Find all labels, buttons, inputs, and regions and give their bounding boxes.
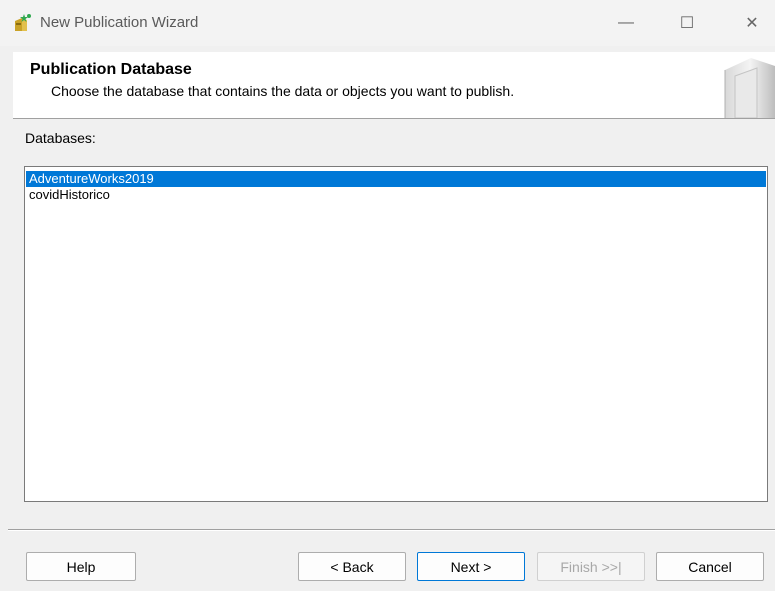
next-button[interactable]: Next >: [417, 552, 525, 581]
minimize-button[interactable]: —: [603, 0, 649, 46]
back-button[interactable]: < Back: [298, 552, 406, 581]
maximize-button[interactable]: ☐: [664, 0, 710, 46]
database-graphic-icon: [724, 58, 775, 118]
footer-separator: [8, 529, 775, 531]
window-title: New Publication Wizard: [40, 14, 199, 31]
help-button[interactable]: Help: [26, 552, 136, 581]
page-subtitle: Choose the database that contains the da…: [51, 83, 515, 99]
cancel-button[interactable]: Cancel: [656, 552, 764, 581]
list-item-covidhistorico[interactable]: covidHistorico: [26, 187, 766, 203]
page-title: Publication Database: [30, 61, 192, 78]
close-button[interactable]: ✕: [729, 0, 775, 46]
finish-button: Finish >>|: [537, 552, 645, 581]
minimize-icon: —: [618, 14, 634, 31]
databases-listbox[interactable]: AdventureWorks2019 covidHistorico: [24, 166, 768, 502]
close-icon: ✕: [745, 15, 759, 32]
wizard-header: Publication Database Choose the database…: [13, 52, 775, 119]
list-item-adventureworks2019[interactable]: AdventureWorks2019: [26, 171, 766, 187]
maximize-icon: ☐: [679, 15, 695, 32]
databases-label: Databases:: [25, 130, 96, 146]
title-bar: New Publication Wizard — ☐ ✕: [0, 0, 775, 46]
publication-wizard-icon: [15, 14, 31, 31]
